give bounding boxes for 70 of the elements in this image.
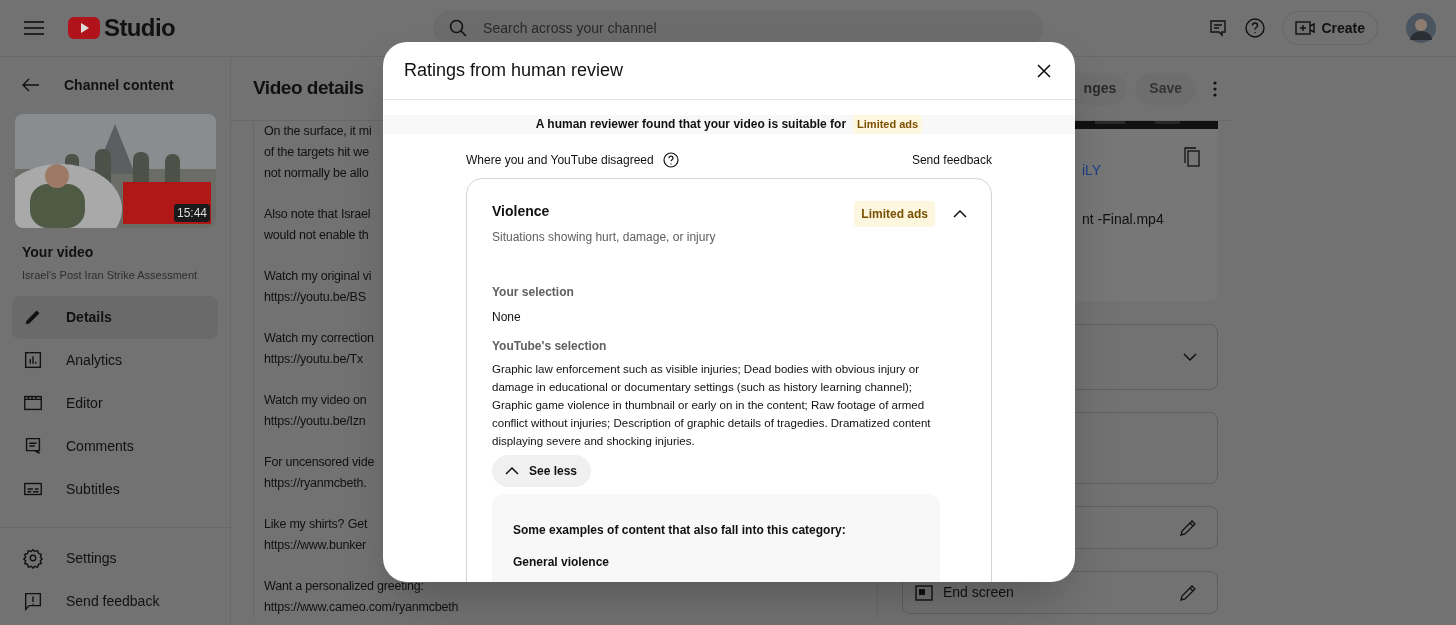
- video-title: Israel's Post Iran Strike Assessment: [22, 268, 199, 283]
- back-arrow-icon[interactable]: [22, 78, 40, 92]
- nav-item[interactable]: Send feedback: [12, 579, 218, 623]
- video-link[interactable]: iLY: [1082, 160, 1102, 181]
- end-screen-icon: [915, 584, 933, 601]
- search-icon: [449, 19, 468, 37]
- expand-toggle[interactable]: [953, 208, 967, 218]
- nav-item[interactable]: Comments: [12, 424, 218, 468]
- menu-button[interactable]: [24, 18, 44, 38]
- logo-text: Studio: [104, 13, 176, 43]
- chevron-icon: [505, 466, 519, 475]
- avatar[interactable]: [1406, 13, 1436, 43]
- summary-text: A human reviewer found that your video is suitable for: [535, 116, 847, 134]
- field-label: Your selection: [492, 283, 575, 301]
- save-button[interactable]: Save: [1135, 72, 1196, 105]
- description-line: https://www.bunker: [264, 537, 366, 554]
- filename: nt -Final.mp4: [1082, 210, 1165, 229]
- field-label: End screen: [943, 583, 1014, 602]
- settings-icon: [22, 547, 44, 569]
- category-description: Situations showing hurt, damage, or injury: [492, 228, 716, 246]
- feedback-icon: [22, 590, 44, 612]
- description-line: https://www.cameo.com/ryanmcbeth: [264, 599, 459, 616]
- description-line: Watch my video on: [264, 392, 367, 409]
- back-link[interactable]: Channel content: [64, 74, 174, 96]
- pencil-icon[interactable]: [1179, 583, 1197, 602]
- send-feedback-link[interactable]: Send feedback: [911, 150, 992, 169]
- pencil-icon[interactable]: [1179, 518, 1197, 537]
- description-line: https://youtu.be/Tx: [264, 351, 364, 368]
- copy-icon[interactable]: [1184, 147, 1200, 167]
- nav-item[interactable]: Editor: [12, 381, 218, 425]
- description-line: https://ryanmcbeth.: [264, 475, 367, 492]
- description-line: of the targets hit we: [264, 144, 369, 161]
- chart-icon: [22, 349, 44, 371]
- description-line: https://youtu.be/Izn: [264, 413, 366, 430]
- nav-item[interactable]: Analytics: [12, 338, 218, 382]
- see-less-button[interactable]: See less: [492, 454, 592, 487]
- description-line: Watch my correction: [264, 330, 374, 347]
- comment-icon[interactable]: [1208, 18, 1229, 38]
- field-value: Graphic law enforcement such as visible injuries; Dead bodies with obvious injury or damage in educational or documentary settings (such as history learning channel); Graphic game violence in thumbnail or early on in the content; Raw footage of armed conflict without injuries; Description of graphic details of tragedies. Dramatized content displaying severe and shocking injuries.: [492, 361, 932, 449]
- description-line: Also note that Israel: [264, 206, 371, 223]
- description-line: not normally be allo: [264, 165, 369, 182]
- description-line: Want a personalized greeting:: [264, 578, 424, 595]
- close-icon[interactable]: [1037, 63, 1051, 78]
- rating-badge: Limited ads: [853, 115, 923, 134]
- description-line: For uncensored vide: [264, 454, 375, 471]
- description-line: https://youtu.be/BS: [264, 289, 366, 306]
- section-label: Where you and YouTube disagreed: [466, 151, 654, 169]
- field-label: YouTube's selection: [492, 337, 608, 355]
- more-icon[interactable]: [1213, 80, 1217, 97]
- duration-badge: 15:44: [173, 204, 210, 222]
- nav-item[interactable]: Details: [12, 295, 218, 339]
- category-title: Violence: [492, 201, 551, 221]
- description-line: would not enable th: [264, 227, 369, 244]
- description-line: Watch my original vi: [264, 268, 372, 285]
- page-title: Video details: [253, 76, 364, 101]
- chevron-icon: [1183, 352, 1197, 362]
- field-value: None: [492, 308, 522, 326]
- description-line: On the surface, it mi: [264, 123, 372, 140]
- chevron-icon: [953, 208, 967, 218]
- description-line: Like my shirts? Get: [264, 516, 368, 533]
- nav-item[interactable]: Subtitles: [12, 467, 218, 511]
- help-icon[interactable]: [662, 151, 679, 168]
- rating-badge: Limited ads: [854, 200, 935, 227]
- dialog-title: Ratings from human review: [404, 59, 624, 82]
- examples-title: Some examples of content that also fall into this category:: [513, 521, 847, 539]
- section-title: Your video: [22, 243, 95, 262]
- logo-icon: [68, 17, 100, 39]
- nav-item[interactable]: Settings: [12, 536, 218, 580]
- examples-heading: General violence: [513, 553, 611, 571]
- video-plus-icon: [1295, 20, 1316, 36]
